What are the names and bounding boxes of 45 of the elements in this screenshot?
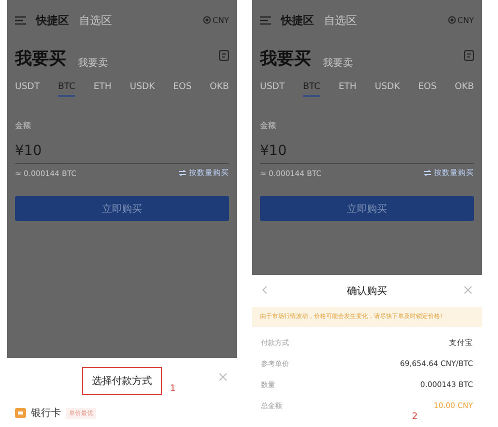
coin-tab[interactable]: USDT xyxy=(260,78,285,96)
sheet-title: 确认购买 xyxy=(346,285,388,299)
amount-field[interactable]: ¥10 xyxy=(260,143,474,164)
annotation-number: 2 xyxy=(412,412,418,422)
coin-tab[interactable]: EOS xyxy=(173,78,192,96)
buy-button[interactable]: 立即购买 xyxy=(15,196,229,221)
header-tab[interactable]: 快捷区 xyxy=(36,12,69,28)
coin-tab[interactable]: OKB xyxy=(454,78,474,96)
coin-tab[interactable]: USDK xyxy=(130,78,155,96)
amount-field[interactable]: ¥10 xyxy=(15,143,229,164)
payment-method[interactable]: 银行卡 xyxy=(31,406,61,420)
buy-button[interactable]: 立即购买 xyxy=(260,196,474,221)
menu-icon[interactable] xyxy=(260,16,271,24)
annotation-number: 1 xyxy=(170,384,176,394)
trade-side-tab[interactable]: 我要买 xyxy=(15,47,66,70)
swap-icon xyxy=(179,170,186,176)
document-icon[interactable] xyxy=(219,50,229,60)
close-icon[interactable] xyxy=(219,373,227,381)
card-icon xyxy=(15,408,26,418)
coin-tab[interactable]: OKB xyxy=(210,78,229,96)
coin-tab[interactable]: BTC xyxy=(58,78,76,96)
close-icon[interactable] xyxy=(464,286,472,294)
back-icon[interactable] xyxy=(262,286,267,294)
sheet-title: 选择付款方式 xyxy=(82,367,162,395)
coin-icon xyxy=(202,16,211,24)
coin-tab[interactable]: USDT xyxy=(15,78,40,96)
currency-label[interactable]: CNY xyxy=(458,16,474,24)
amount-label: 金额 xyxy=(260,120,277,131)
coin-tab[interactable]: ETH xyxy=(94,78,112,96)
swap-icon xyxy=(424,170,431,176)
document-icon[interactable] xyxy=(464,50,474,60)
trade-side-tab[interactable]: 我要卖 xyxy=(323,56,353,70)
header-tab[interactable]: 自选区 xyxy=(79,12,112,28)
amount-label: 金额 xyxy=(15,120,32,131)
coin-tab[interactable]: USDK xyxy=(374,78,400,96)
coin-tab[interactable]: ETH xyxy=(338,78,357,96)
header-tab[interactable]: 自选区 xyxy=(324,12,357,28)
coin-tab[interactable]: BTC xyxy=(302,78,320,96)
menu-icon[interactable] xyxy=(15,16,26,24)
currency-label[interactable]: CNY xyxy=(212,16,229,24)
coin-tab[interactable]: EOS xyxy=(418,78,437,96)
trade-side-tab[interactable]: 我要卖 xyxy=(78,56,108,70)
header-tab[interactable]: 快捷区 xyxy=(281,12,314,28)
coin-icon xyxy=(448,16,456,24)
trade-side-tab[interactable]: 我要买 xyxy=(260,47,311,70)
